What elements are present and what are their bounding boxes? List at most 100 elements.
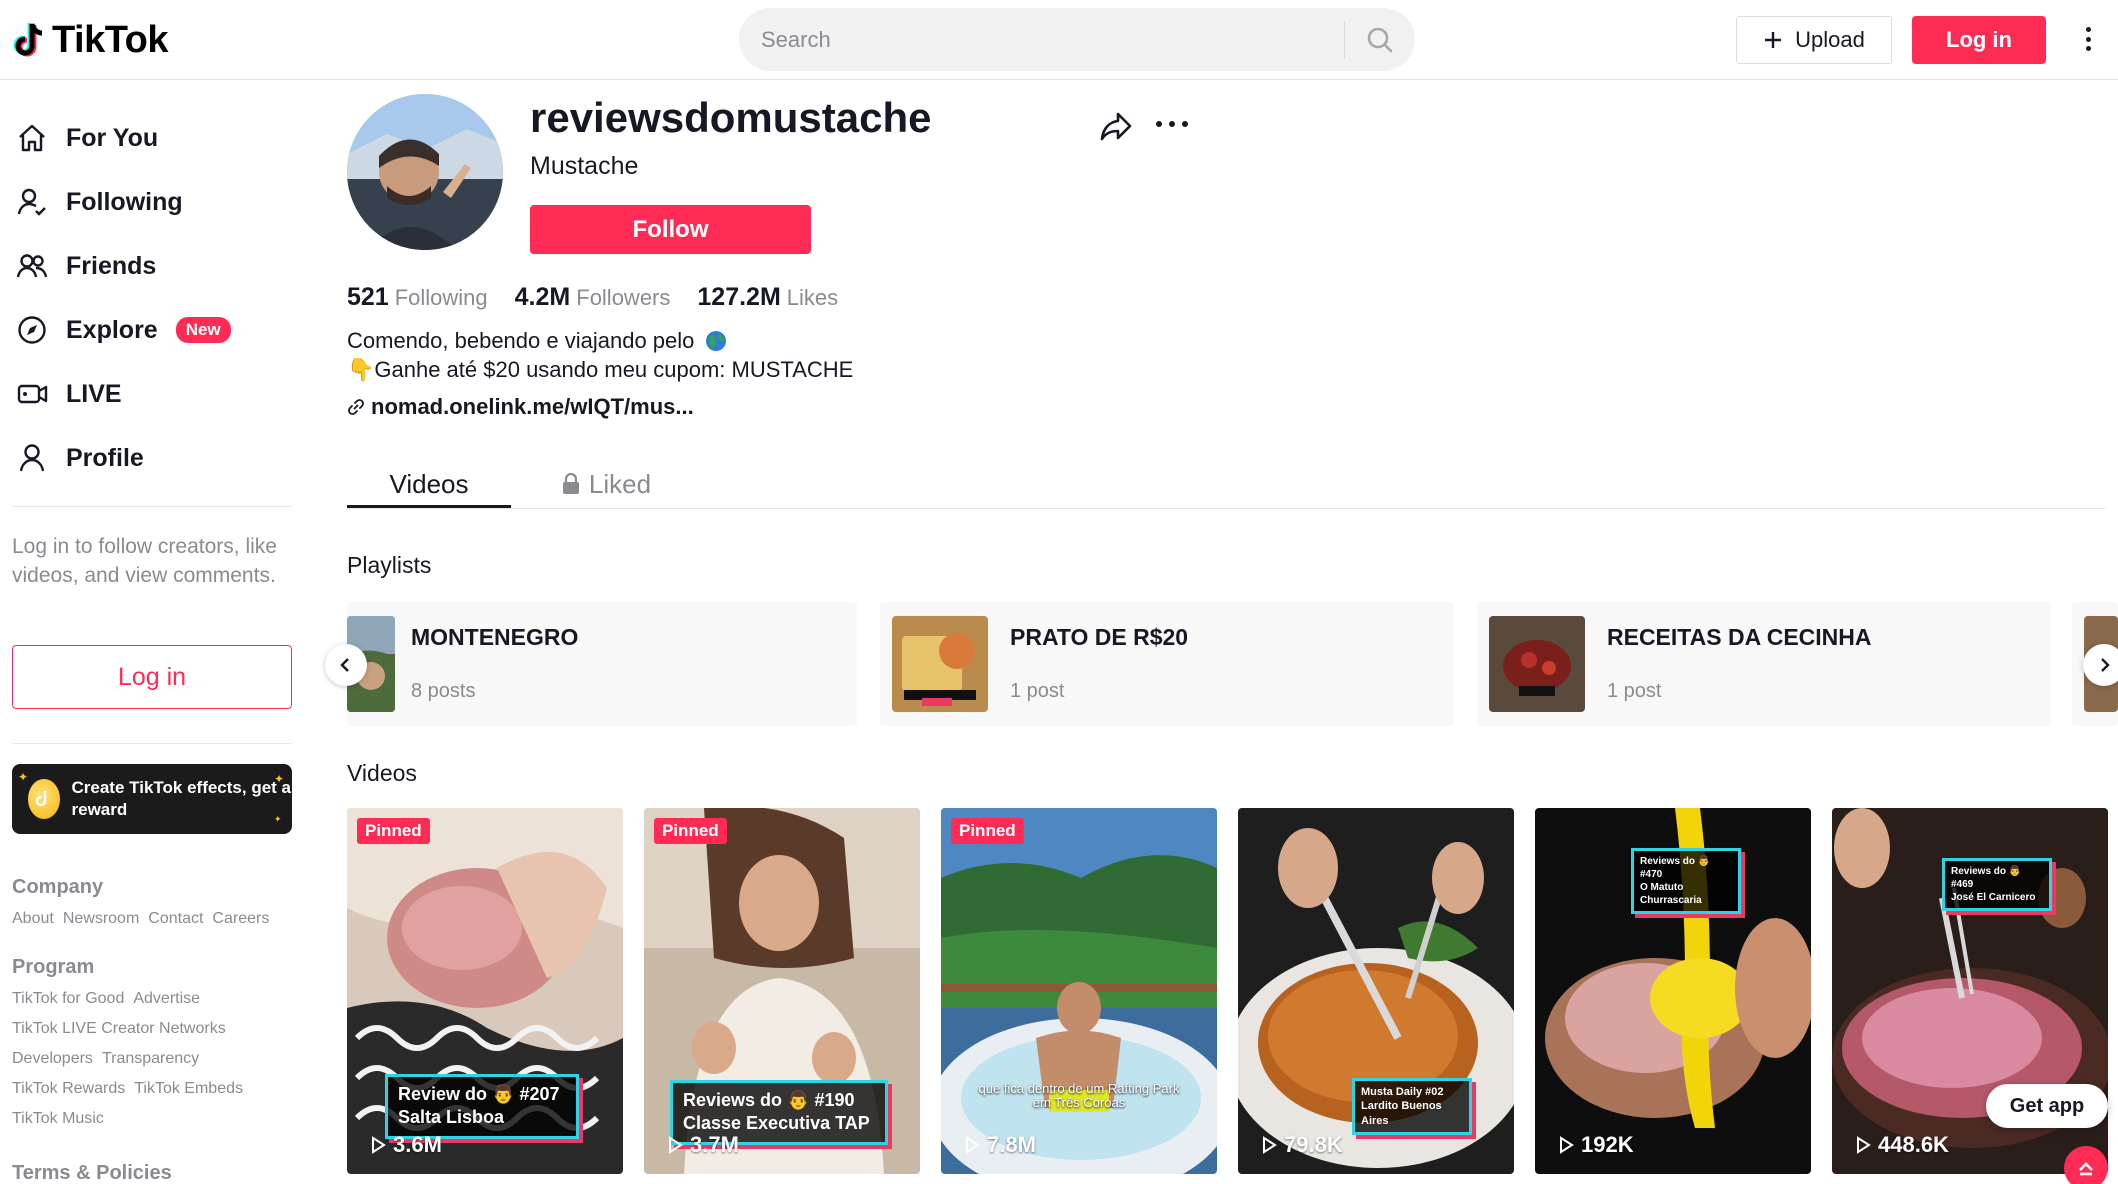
left-sidebar: For You Following Friends Explore New LI… bbox=[0, 80, 300, 1184]
playlist-count: 1 post bbox=[1607, 680, 1662, 702]
footer-link[interactable]: Newsroom bbox=[63, 910, 139, 928]
videos-heading: Videos bbox=[347, 760, 417, 786]
carousel-next-button[interactable] bbox=[2083, 644, 2118, 686]
video-thumbnail bbox=[941, 808, 1217, 1174]
nav-label: Profile bbox=[66, 443, 144, 472]
header-login-button[interactable]: Log in bbox=[1912, 16, 2046, 64]
stat-following[interactable]: 521 Following bbox=[347, 283, 488, 312]
arrow-up-icon bbox=[2079, 1162, 2093, 1176]
tiktok-logo[interactable]: TikTok bbox=[12, 18, 168, 62]
footer-link[interactable]: Careers bbox=[212, 910, 269, 928]
profile-bio: Comendo, bebendo e viajando pelo 👇Ganhe … bbox=[347, 326, 853, 384]
footer-company-title: Company bbox=[12, 876, 104, 898]
profile-more-icon[interactable] bbox=[1156, 112, 1188, 136]
view-count: 79.8K bbox=[1260, 1132, 1343, 1158]
caption-line: José El Carnicero bbox=[1951, 892, 2036, 903]
view-count: 192K bbox=[1557, 1132, 1634, 1158]
profile-link-text: nomad.onelink.me/wIQT/mus... bbox=[371, 394, 694, 419]
footer-link[interactable]: TikTok Music bbox=[12, 1110, 104, 1128]
footer-link[interactable]: TikTok for Good bbox=[12, 990, 124, 1008]
profile-stats: 521 Following 4.2M Followers 127.2M Likes bbox=[347, 283, 838, 312]
more-options-icon[interactable] bbox=[2078, 22, 2098, 56]
footer-link[interactable]: Transparency bbox=[102, 1050, 199, 1068]
footer-link[interactable]: Developers bbox=[12, 1050, 93, 1068]
nav-live[interactable]: LIVE bbox=[14, 370, 122, 418]
follow-button[interactable]: Follow bbox=[530, 205, 811, 254]
footer-link[interactable]: TikTok Embeds bbox=[134, 1080, 243, 1098]
nav-explore[interactable]: Explore New bbox=[14, 306, 231, 354]
home-icon bbox=[14, 120, 50, 156]
playlist-card[interactable]: MONTENEGRO 8 posts bbox=[347, 602, 857, 726]
stat-likes: 127.2M Likes bbox=[697, 283, 838, 312]
chevron-left-icon bbox=[340, 658, 349, 672]
nav-friends[interactable]: Friends bbox=[14, 242, 156, 290]
stat-value: 521 bbox=[347, 283, 389, 311]
playlist-card[interactable]: PRATO DE R$20 1 post bbox=[880, 602, 1454, 726]
sparkle-icon: ✦ bbox=[18, 770, 29, 784]
scroll-to-top-button[interactable] bbox=[2064, 1146, 2108, 1184]
view-count-text: 192K bbox=[1581, 1132, 1634, 1157]
stat-label: Following bbox=[394, 285, 488, 310]
search-button[interactable] bbox=[1345, 8, 1415, 71]
nav-for-you[interactable]: For You bbox=[14, 114, 158, 162]
view-count: 7.8M bbox=[963, 1132, 1036, 1158]
effects-reward-banner[interactable]: Create TikTok effects, get a reward ✦ ✦ … bbox=[12, 764, 292, 834]
playlist-count: 8 posts bbox=[411, 680, 476, 702]
share-icon[interactable] bbox=[1098, 108, 1134, 144]
playlist-name: RECEITAS DA CECINHA bbox=[1607, 624, 1872, 650]
play-icon bbox=[966, 1136, 980, 1154]
profile-link[interactable]: nomad.onelink.me/wIQT/mus... bbox=[347, 394, 694, 420]
nav-following[interactable]: Following bbox=[14, 178, 183, 226]
carousel-prev-button[interactable] bbox=[325, 644, 367, 686]
stat-followers[interactable]: 4.2M Followers bbox=[515, 283, 671, 312]
play-icon bbox=[372, 1136, 386, 1154]
tab-liked[interactable]: Liked bbox=[556, 460, 656, 508]
playlist-thumbnail bbox=[1489, 616, 1585, 712]
footer-link[interactable]: Advertise bbox=[133, 990, 200, 1008]
tab-liked-label: Liked bbox=[588, 468, 652, 499]
video-caption-card: Review do 👨 #207 Salta Lisboa bbox=[385, 1074, 579, 1139]
footer-terms-title[interactable]: Terms & Policies bbox=[12, 1162, 172, 1184]
video-caption-card: Reviews do 👨 #470 O Matuto Churrascaria bbox=[1631, 848, 1741, 914]
view-count: 3.6M bbox=[369, 1132, 442, 1158]
get-app-button[interactable]: Get app bbox=[1986, 1084, 2108, 1128]
plus-icon bbox=[1765, 32, 1782, 48]
stat-value: 127.2M bbox=[697, 283, 781, 311]
caption-line: Reviews do 👨 #190 bbox=[683, 1090, 855, 1110]
login-hint: Log in to follow creators, like videos, … bbox=[12, 535, 277, 587]
playlist-thumbnail bbox=[892, 616, 988, 712]
video-card[interactable]: Pinned Review do 👨 #207 Salta Lisboa 3.6… bbox=[347, 808, 623, 1174]
sidebar-login-button[interactable]: Log in bbox=[12, 645, 292, 709]
search-icon bbox=[1367, 27, 1393, 52]
search-input[interactable]: Search bbox=[739, 27, 1344, 53]
nav-label: Explore bbox=[66, 315, 158, 344]
footer-link[interactable]: TikTok Rewards bbox=[12, 1080, 125, 1098]
playlist-card[interactable]: RECEITAS DA CECINHA 1 post bbox=[1477, 602, 2051, 726]
nav-profile[interactable]: Profile bbox=[14, 434, 144, 482]
footer-link[interactable]: Contact bbox=[148, 910, 203, 928]
sidebar-divider bbox=[12, 506, 292, 507]
video-card[interactable]: Pinned Reviews do 👨 #190 Classe Executiv… bbox=[644, 808, 920, 1174]
footer-link[interactable]: TikTok LIVE Creator Networks bbox=[12, 1020, 302, 1038]
video-card[interactable]: Musta Daily #02 Lardito Buenos Aires 79.… bbox=[1238, 808, 1514, 1174]
footer-program-links: TikTok for Good Advertise TikTok LIVE Cr… bbox=[12, 990, 302, 1128]
link-icon bbox=[348, 399, 364, 415]
tab-videos[interactable]: Videos bbox=[347, 460, 511, 508]
view-count-text: 79.8K bbox=[1284, 1132, 1343, 1157]
video-card[interactable]: Reviews do 👨 #470 O Matuto Churrascaria … bbox=[1535, 808, 1811, 1174]
nav-label: Friends bbox=[66, 251, 157, 280]
view-count-text: 3.6M bbox=[393, 1132, 442, 1157]
globe-icon bbox=[705, 331, 726, 351]
video-card[interactable]: Pinned que fica dentro de um Rafting Par… bbox=[941, 808, 1217, 1174]
footer-link[interactable]: About bbox=[12, 910, 54, 928]
pinned-badge: Pinned bbox=[357, 818, 430, 844]
caption-line: Reviews do 👨 #469 bbox=[1951, 866, 2022, 890]
search-bar[interactable]: Search bbox=[739, 8, 1415, 71]
nav-label: LIVE bbox=[66, 379, 122, 408]
caption-line: Musta Daily #02 bbox=[1361, 1086, 1444, 1098]
caption-line: Lardito Buenos Aires bbox=[1361, 1100, 1442, 1127]
upload-button[interactable]: Upload bbox=[1736, 16, 1892, 64]
caption-line: O Matuto Churrascaria bbox=[1640, 882, 1702, 906]
bio-line-1: Comendo, bebendo e viajando pelo bbox=[347, 328, 695, 353]
play-icon bbox=[669, 1136, 683, 1154]
